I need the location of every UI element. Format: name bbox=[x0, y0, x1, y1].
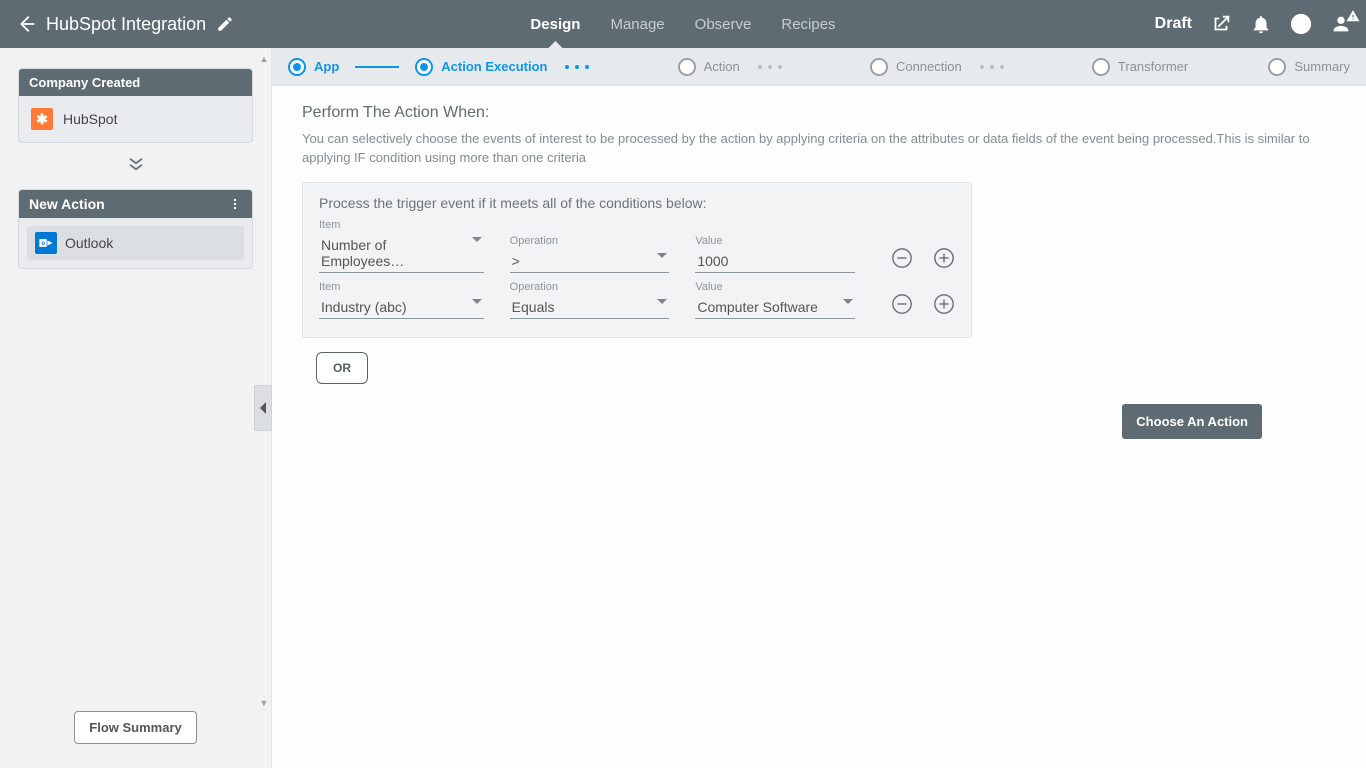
step-connection[interactable]: Connection bbox=[870, 58, 962, 76]
value-label: Value bbox=[695, 235, 855, 247]
step-bar: App Action Execution Action Connection T… bbox=[272, 48, 1366, 86]
edit-icon[interactable] bbox=[216, 15, 234, 33]
top-tabs: Design Manage Observe Recipes bbox=[530, 0, 835, 48]
value-input[interactable]: 1000 bbox=[695, 249, 855, 273]
status-label: Draft bbox=[1155, 15, 1192, 33]
tab-manage[interactable]: Manage bbox=[610, 0, 664, 48]
remove-condition-icon[interactable] bbox=[891, 293, 913, 315]
item-select[interactable]: Industry (abc) bbox=[319, 295, 484, 319]
trigger-app-row[interactable]: ✱ HubSpot bbox=[29, 106, 242, 132]
value-select[interactable]: Computer Software bbox=[695, 295, 855, 319]
action-card[interactable]: New Action o Outlook bbox=[18, 189, 253, 269]
condition-row: Item Industry (abc) Operation Equals Val… bbox=[319, 281, 955, 319]
step-action-execution[interactable]: Action Execution bbox=[415, 58, 547, 76]
chevron-left-icon bbox=[258, 402, 268, 414]
outlook-icon: o bbox=[35, 232, 57, 254]
step-connection-label: Connection bbox=[896, 59, 962, 74]
value-label: Value bbox=[695, 281, 855, 293]
hubspot-icon: ✱ bbox=[31, 108, 53, 130]
tab-recipes[interactable]: Recipes bbox=[781, 0, 835, 48]
step-action[interactable]: Action bbox=[678, 58, 740, 76]
conditions-title: Process the trigger event if it meets al… bbox=[319, 195, 955, 211]
action-app-name: Outlook bbox=[65, 235, 113, 251]
step-transformer-label: Transformer bbox=[1118, 59, 1188, 74]
item-label: Item bbox=[319, 219, 484, 231]
flow-direction-icon bbox=[18, 157, 253, 171]
sidebar-collapse-button[interactable] bbox=[254, 385, 272, 431]
action-app-row[interactable]: o Outlook bbox=[27, 226, 244, 260]
step-action-label: Action bbox=[704, 59, 740, 74]
svg-text:o: o bbox=[41, 241, 45, 247]
top-bar: HubSpot Integration Design Manage Observ… bbox=[0, 0, 1366, 48]
step-summary[interactable]: Summary bbox=[1268, 58, 1350, 76]
item-select[interactable]: Number of Employees… bbox=[319, 233, 484, 273]
bell-icon[interactable] bbox=[1250, 13, 1272, 35]
operation-label: Operation bbox=[510, 235, 670, 247]
tab-observe[interactable]: Observe bbox=[695, 0, 752, 48]
back-arrow-icon[interactable] bbox=[14, 12, 38, 36]
step-app-label: App bbox=[314, 59, 339, 74]
operation-select[interactable]: > bbox=[510, 249, 670, 273]
action-card-menu-icon[interactable] bbox=[228, 197, 242, 211]
main-panel: App Action Execution Action Connection T… bbox=[272, 48, 1366, 768]
flow-summary-button[interactable]: Flow Summary bbox=[74, 711, 196, 744]
action-card-title: New Action bbox=[29, 196, 105, 212]
trigger-app-name: HubSpot bbox=[63, 111, 117, 127]
operation-label: Operation bbox=[510, 281, 670, 293]
operation-select[interactable]: Equals bbox=[510, 295, 670, 319]
step-app[interactable]: App bbox=[288, 58, 339, 76]
section-description: You can selectively choose the events of… bbox=[302, 130, 1336, 168]
condition-row: Item Number of Employees… Operation > Va… bbox=[319, 219, 955, 273]
tab-design[interactable]: Design bbox=[530, 0, 580, 48]
add-condition-icon[interactable] bbox=[933, 293, 955, 315]
conditions-box: Process the trigger event if it meets al… bbox=[302, 182, 972, 338]
warning-icon bbox=[1346, 9, 1360, 23]
step-transformer[interactable]: Transformer bbox=[1092, 58, 1188, 76]
choose-action-button[interactable]: Choose An Action bbox=[1122, 404, 1262, 439]
step-action-execution-label: Action Execution bbox=[441, 59, 547, 74]
sidebar: ▲▼ Company Created ✱ HubSpot New Action bbox=[0, 48, 272, 768]
sidebar-scroll-indicator: ▲▼ bbox=[259, 54, 269, 708]
remove-condition-icon[interactable] bbox=[891, 247, 913, 269]
section-title: Perform The Action When: bbox=[302, 104, 1336, 122]
user-menu[interactable] bbox=[1330, 13, 1352, 35]
add-condition-icon[interactable] bbox=[933, 247, 955, 269]
page-title: HubSpot Integration bbox=[46, 14, 206, 35]
help-icon[interactable] bbox=[1290, 13, 1312, 35]
step-summary-label: Summary bbox=[1294, 59, 1350, 74]
trigger-card[interactable]: Company Created ✱ HubSpot bbox=[18, 68, 253, 143]
trigger-card-title: Company Created bbox=[19, 69, 252, 96]
item-label: Item bbox=[319, 281, 484, 293]
open-external-icon[interactable] bbox=[1210, 13, 1232, 35]
or-button[interactable]: OR bbox=[316, 352, 368, 384]
